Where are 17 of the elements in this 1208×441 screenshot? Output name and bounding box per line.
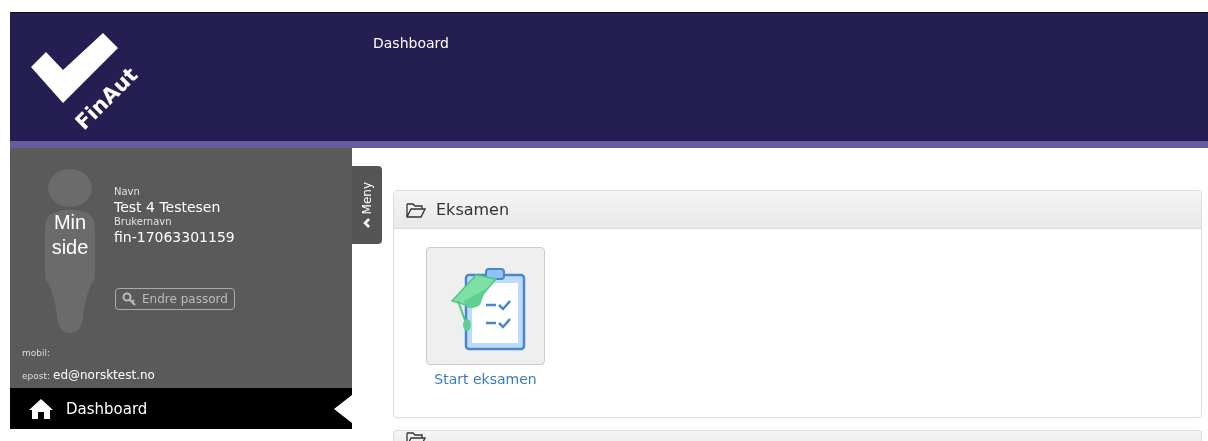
house-icon	[28, 397, 54, 420]
page-title: Dashboard	[373, 34, 449, 53]
phone-label: mobil:	[22, 348, 51, 358]
nav-item[interactable]: Dashboard	[10, 388, 352, 429]
change-password-button[interactable]: Endre passord	[115, 288, 235, 310]
chevron-icon	[362, 218, 372, 229]
panel-title: Eksamen	[436, 200, 510, 219]
key-icon	[122, 292, 138, 306]
menu-tab[interactable]: Meny	[352, 166, 382, 244]
username-label: Brukernavn	[114, 216, 173, 228]
avatar-label[interactable]: Min side	[37, 210, 103, 260]
name-label: Navn	[114, 186, 141, 198]
user-name: Test 4 Testesen	[114, 198, 222, 216]
folder-icon	[406, 201, 426, 218]
username: fin-17063301159	[114, 228, 235, 246]
email-value: ed@norsktest.no	[53, 368, 155, 382]
email-label: epost:	[22, 371, 50, 381]
